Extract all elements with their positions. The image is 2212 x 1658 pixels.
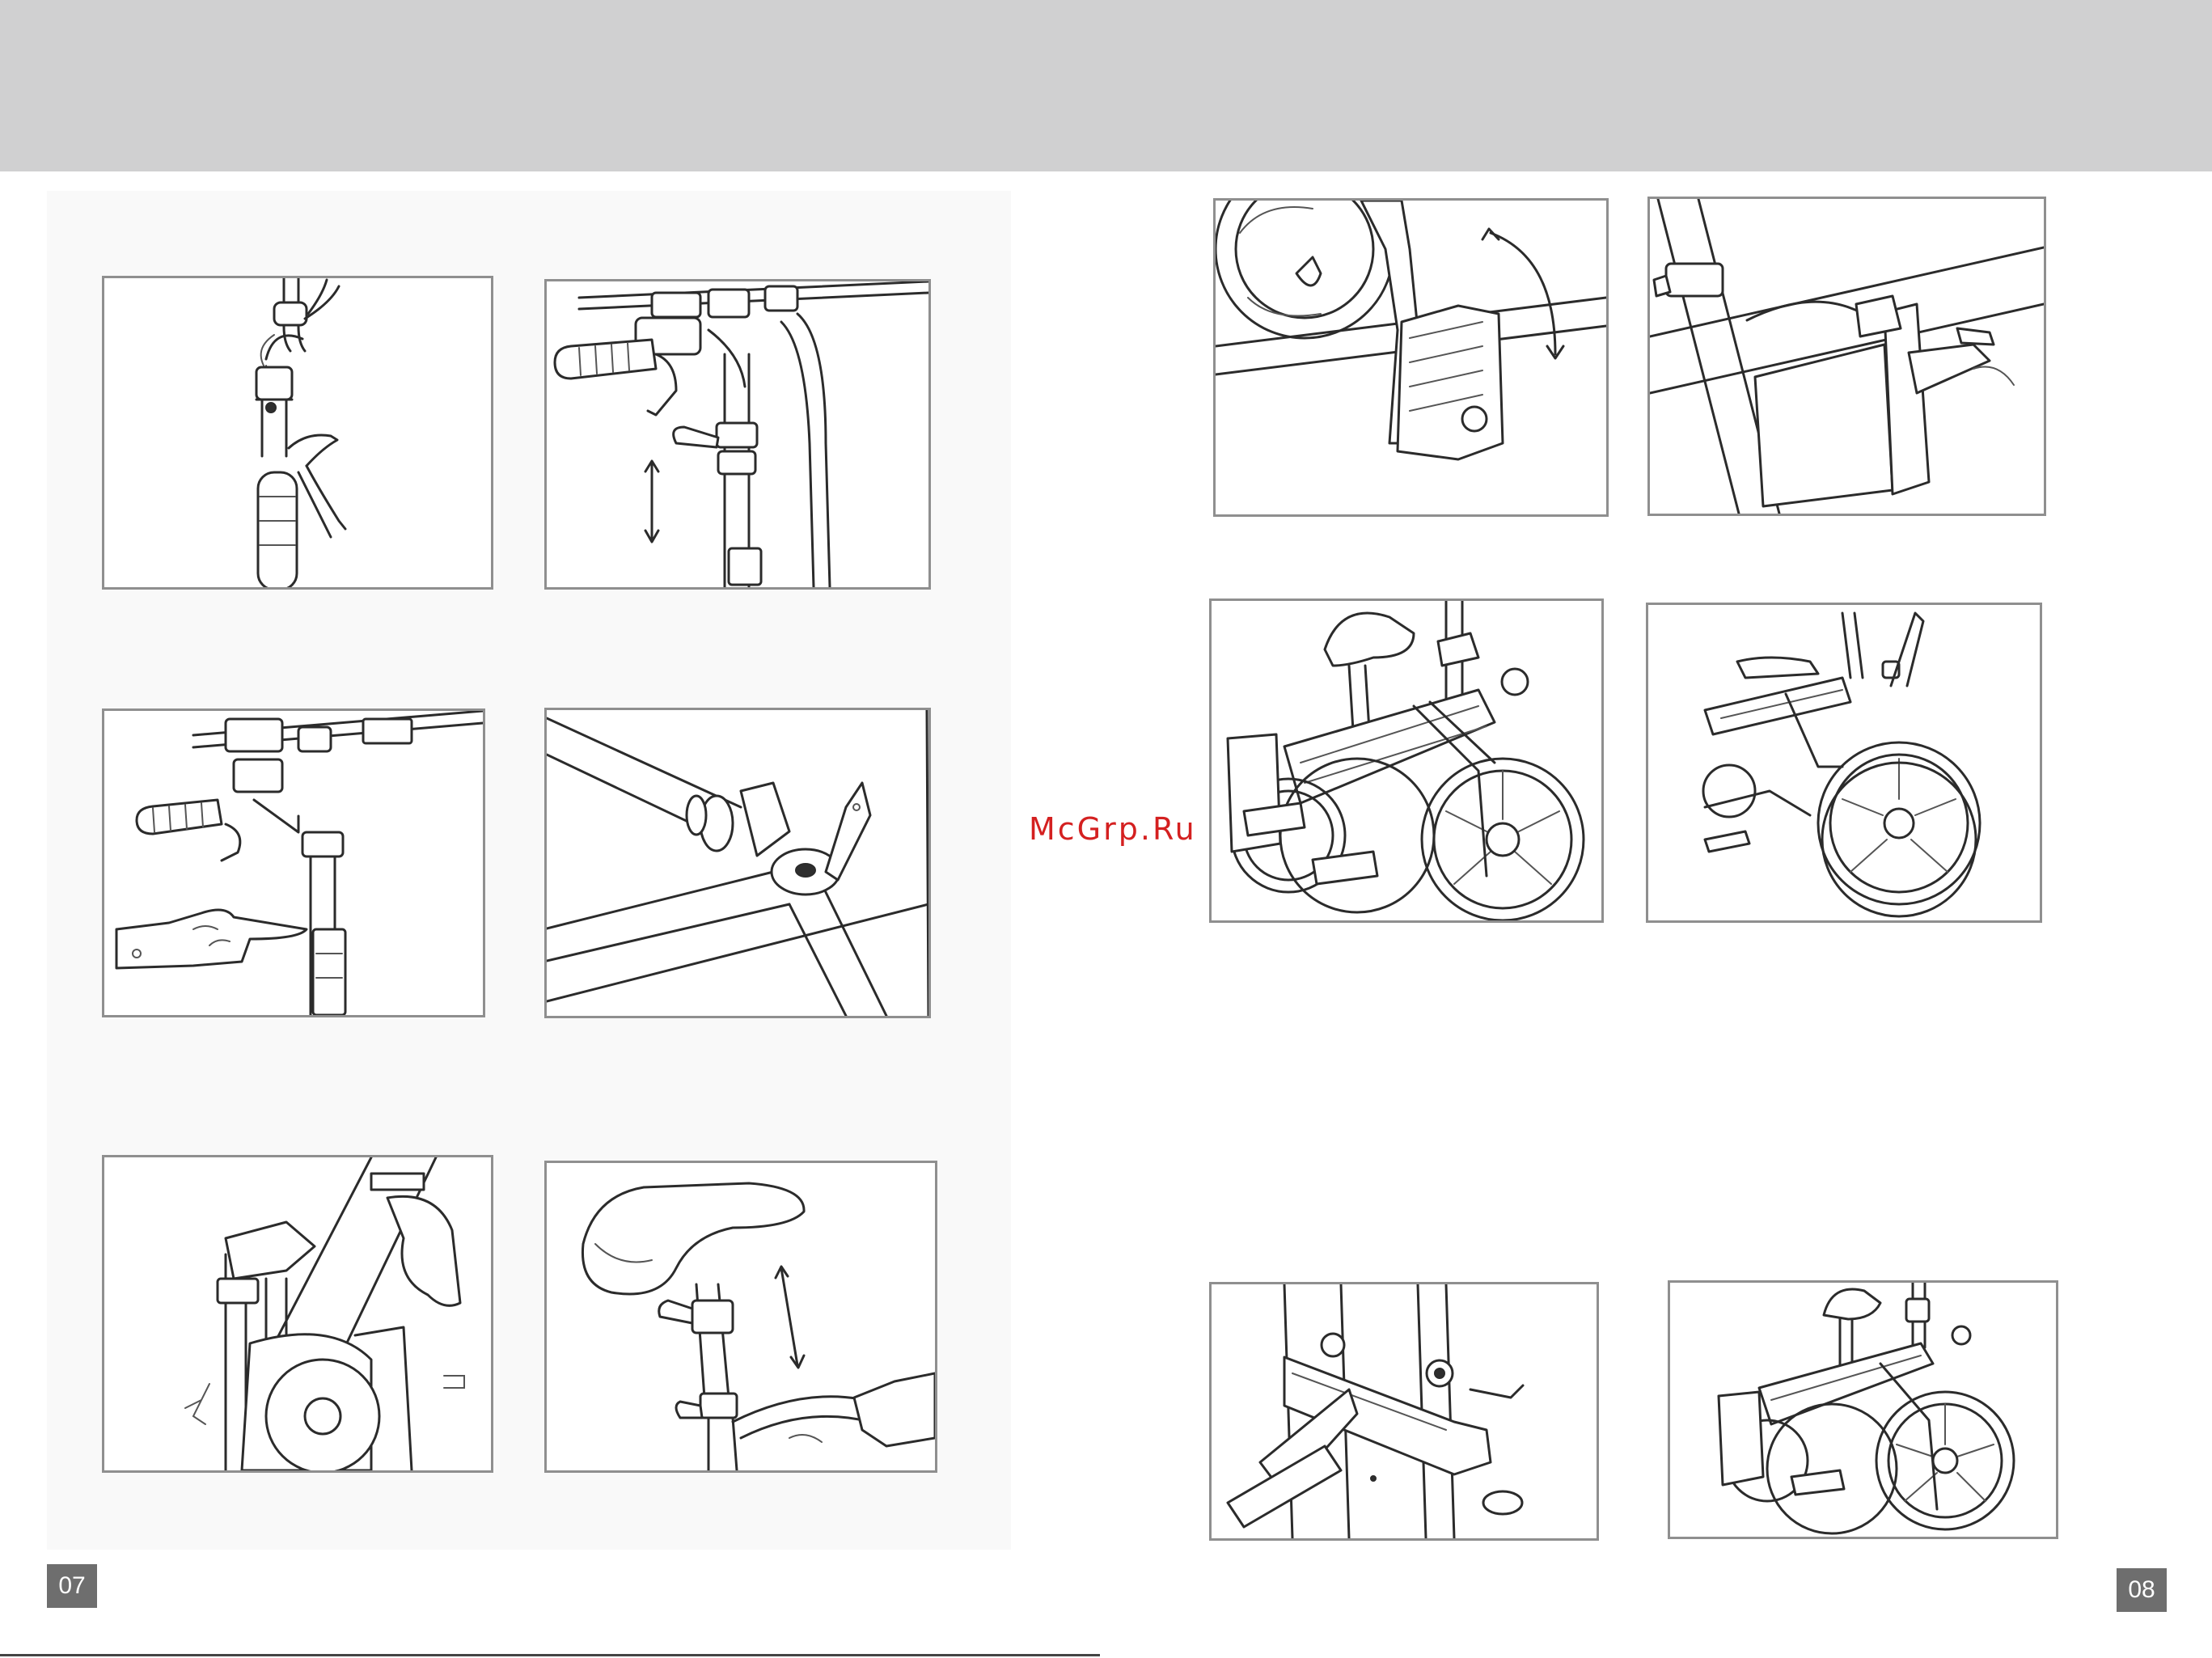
page-number-left: 07 xyxy=(47,1564,97,1608)
handlebar-height-adjust-icon xyxy=(553,281,928,587)
handlebar-lock-press-icon xyxy=(115,711,483,1015)
handlebar-lock-press-illustration xyxy=(102,708,485,1017)
page-number-right: 08 xyxy=(2117,1568,2167,1612)
seat-height-adjust-illustration xyxy=(544,1161,937,1473)
kickstand-bracket-illustration xyxy=(1209,1282,1599,1541)
handlebar-stem-fold-icon xyxy=(255,278,347,587)
frame-hinge-clamp-icon xyxy=(547,710,928,1016)
folded-bike-icon xyxy=(1702,611,1981,918)
handlebar-height-adjust-illustration xyxy=(544,279,931,590)
folding-bike-compact-icon xyxy=(1717,1283,2015,1535)
frame-fold-latch-icon xyxy=(1650,199,2044,514)
folding-bike-side-icon xyxy=(1226,601,1585,920)
folded-bike-illustration xyxy=(1646,603,2042,923)
folding-bike-compact-illustration xyxy=(1668,1280,2058,1539)
pedal-fold-icon xyxy=(1216,201,1606,461)
handlebar-stem-fold-illustration xyxy=(102,276,493,590)
watermark: McGrp.Ru xyxy=(1029,811,1197,847)
kickstand-bracket-icon xyxy=(1226,1284,1525,1538)
seat-height-adjust-icon xyxy=(581,1182,935,1470)
header-band xyxy=(0,0,2212,171)
folding-bike-side-illustration xyxy=(1209,598,1604,923)
front-fork-latch-icon xyxy=(184,1157,465,1470)
frame-hinge-clamp-illustration xyxy=(544,708,931,1018)
frame-fold-latch-illustration xyxy=(1647,197,2046,516)
bottom-rule xyxy=(0,1654,1100,1656)
pedal-fold-illustration xyxy=(1213,198,1609,517)
front-fork-latch-illustration xyxy=(102,1155,493,1473)
